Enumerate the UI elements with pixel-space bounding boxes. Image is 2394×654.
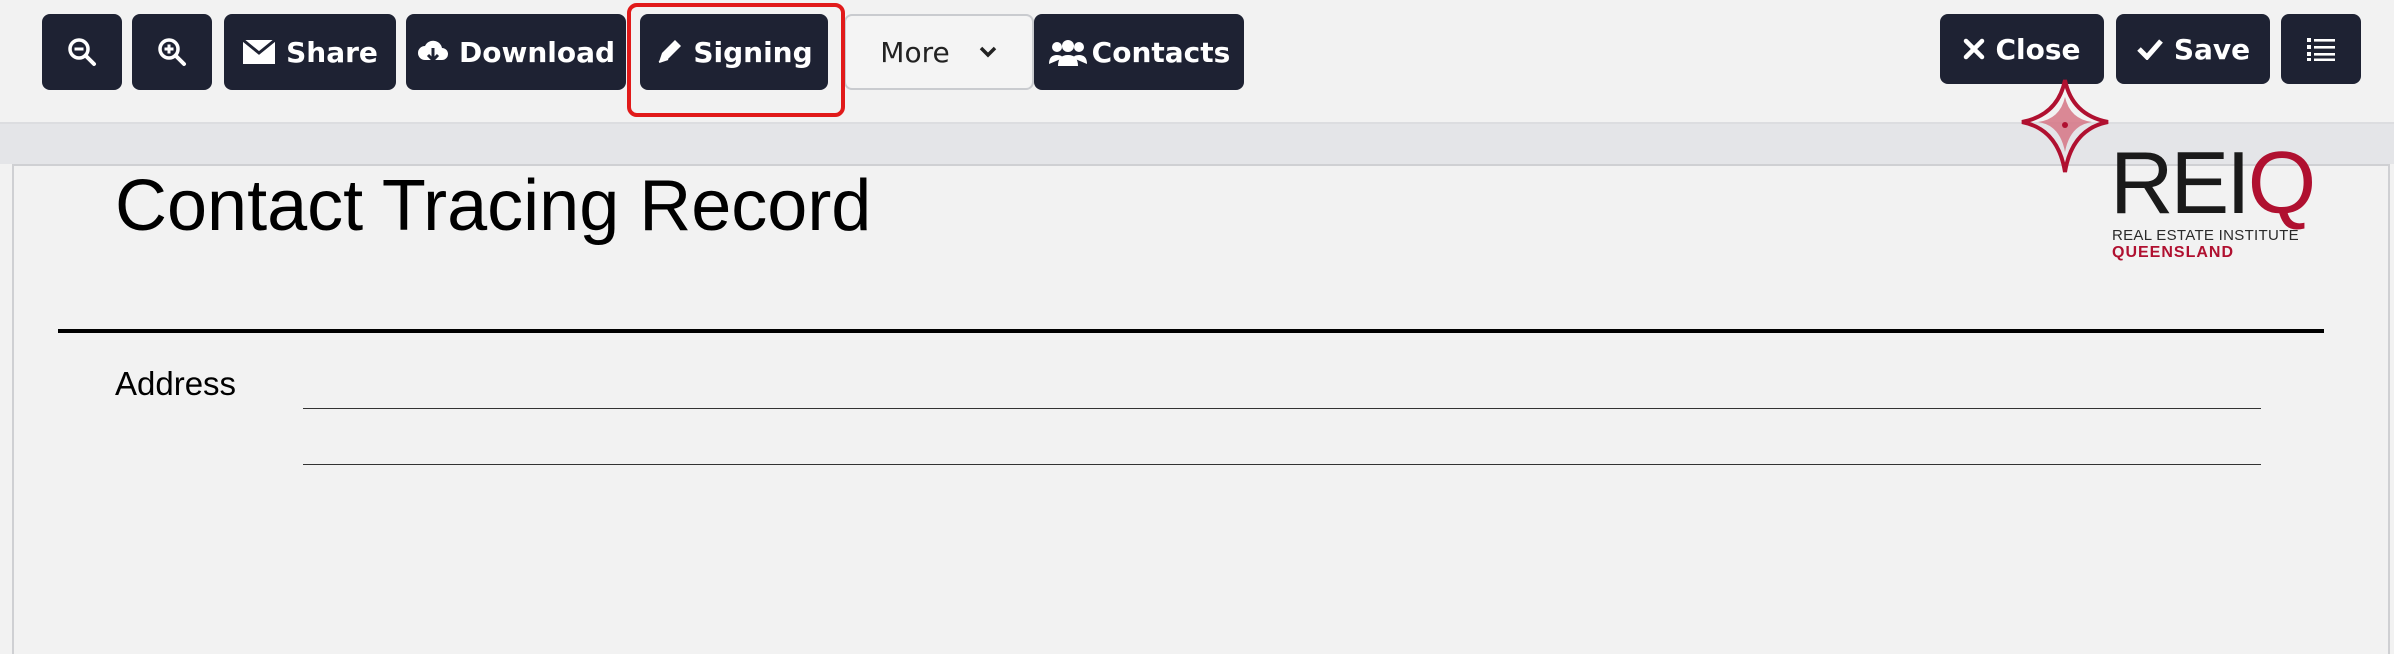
reiq-star-mark <box>2021 79 2109 173</box>
menu-button[interactable] <box>2281 14 2361 84</box>
logo-wordmark: REIQ <box>2110 133 2316 232</box>
chevron-down-icon <box>978 45 998 59</box>
share-label: Share <box>286 35 378 69</box>
address-line-1[interactable] <box>303 408 2261 409</box>
close-button[interactable]: Close <box>1940 14 2104 84</box>
address-line-2[interactable] <box>303 464 2261 465</box>
zoom-in-button[interactable] <box>132 14 212 90</box>
download-label: Download <box>458 35 616 69</box>
contacts-button[interactable]: Contacts <box>1034 14 1244 90</box>
x-icon <box>1963 38 1985 60</box>
signing-label: Signing <box>693 35 813 69</box>
save-label: Save <box>2173 32 2251 66</box>
envelope-icon <box>242 39 277 65</box>
contacts-label: Contacts <box>1091 35 1231 69</box>
download-button[interactable]: Download <box>406 14 626 90</box>
document-title: Contact Tracing Record <box>115 166 872 246</box>
zoom-in-icon <box>156 36 188 68</box>
share-button[interactable]: Share <box>224 14 396 90</box>
save-button[interactable]: Save <box>2116 14 2270 84</box>
more-label: More <box>880 35 950 69</box>
signing-button[interactable]: Signing <box>640 14 828 90</box>
address-label: Address <box>115 365 237 402</box>
more-dropdown[interactable]: More <box>844 14 1034 90</box>
logo-subtitle-2: QUEENSLAND <box>2112 244 2235 261</box>
cloud-download-icon <box>417 38 449 66</box>
zoom-out-icon <box>66 36 98 68</box>
zoom-out-button[interactable] <box>42 14 122 90</box>
check-icon <box>2136 38 2164 60</box>
title-divider <box>58 329 2324 333</box>
list-icon <box>2306 36 2336 62</box>
close-label: Close <box>1995 32 2081 66</box>
logo-subtitle-1: REAL ESTATE INSTITUTE <box>2112 227 2299 244</box>
users-icon <box>1048 38 1088 66</box>
reiq-logo: REIQ REAL ESTATE INSTITUTE QUEENSLAND <box>2010 77 2316 262</box>
pen-icon <box>655 38 683 66</box>
